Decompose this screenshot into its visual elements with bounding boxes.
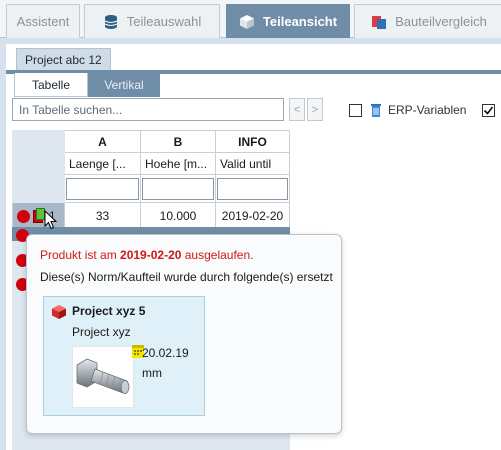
mouse-cursor-icon [44,210,58,230]
replacement-title: Project xyz 5 [72,304,146,318]
cube-icon [239,14,255,30]
erp-variables-checkbox[interactable] [349,104,362,117]
bolt-icon [76,358,130,394]
search-prev-button[interactable]: < [289,98,305,121]
status-red-icon [17,210,30,223]
compare-icon [371,14,387,30]
erp-icon [368,102,384,118]
second-option-checkbox[interactable] [482,104,495,117]
corner-cell [12,130,65,153]
column-letter-a[interactable]: A [64,130,141,153]
column-letter-info[interactable]: INFO [215,130,290,153]
view-subtabs: Tabelle Vertikal [14,73,160,97]
expiry-tooltip: Produkt ist am 2019-02-20 ausgelaufen. D… [26,234,342,434]
expiry-date: 2019-02-20 [120,248,182,262]
table-cell-laenge[interactable]: 33 [64,202,141,229]
tab-teileauswahl[interactable]: Teileauswahl [84,4,220,38]
tab-bauteilvergleich[interactable]: Bauteilvergleich [354,4,501,38]
table-cell-valid-until[interactable]: 2019-02-20 [215,202,290,229]
corner-cell [12,174,65,203]
filter-cell-a [64,174,141,203]
expiry-prefix: Produkt ist am [40,248,121,262]
checkmark-icon [483,106,494,115]
table-cell-hoehe[interactable]: 10.000 [140,202,216,229]
project-tab[interactable]: Project abc 12 [16,48,111,70]
replacement-unit: mm [142,366,162,380]
column-header-valid-until[interactable]: Valid until [215,152,290,175]
replacement-message: Diese(s) Norm/Kaufteil wurde durch folge… [40,270,333,284]
column-filter-input[interactable] [217,177,288,200]
corner-cell [12,152,65,175]
replacement-subtitle: Project xyz [72,325,131,339]
column-filter-input[interactable] [66,177,139,200]
tab-teileauswahl-label: Teileauswahl [126,14,202,29]
expiry-suffix: ausgelaufen. [181,248,254,262]
search-next-button[interactable]: > [307,98,323,121]
tab-assistent-label: Assistent [16,14,70,29]
tab-assistent[interactable]: Assistent [6,4,80,38]
tab-teileansicht-label: Teileansicht [262,14,338,29]
tab-tabelle-label: Tabelle [31,77,71,92]
column-letter-b[interactable]: B [140,130,216,153]
tab-vertikal[interactable]: Vertikal [88,73,160,97]
cube-icon [51,304,67,323]
tab-teileansicht[interactable]: Teileansicht [226,4,350,38]
column-filter-input[interactable] [142,177,214,200]
filter-cell-b [140,174,216,203]
tab-bauteilvergleich-label: Bauteilvergleich [395,14,487,29]
column-header-hoehe[interactable]: Hoehe [m... [140,152,216,175]
tab-tabelle[interactable]: Tabelle [14,73,88,97]
expiry-message: Produkt ist am 2019-02-20 ausgelaufen. [40,248,253,262]
tab-vertikal-label: Vertikal [104,78,144,92]
erp-variables-label: ERP-Variablen [388,103,467,117]
column-header-laenge[interactable]: Laenge [... [64,152,141,175]
filter-cell-info [215,174,290,203]
database-icon [103,14,119,30]
project-tab-label: Project abc 12 [25,52,102,67]
table-search-input[interactable] [12,98,284,121]
replacement-date: 20.02.19 [142,346,189,360]
replacement-part-card[interactable]: Project xyz 5 Project xyz 20.02.19 mm [43,296,205,416]
bolt-preview-image [72,346,134,408]
main-tab-bar: Assistent Teileauswahl Teileansicht Baut… [0,0,501,38]
